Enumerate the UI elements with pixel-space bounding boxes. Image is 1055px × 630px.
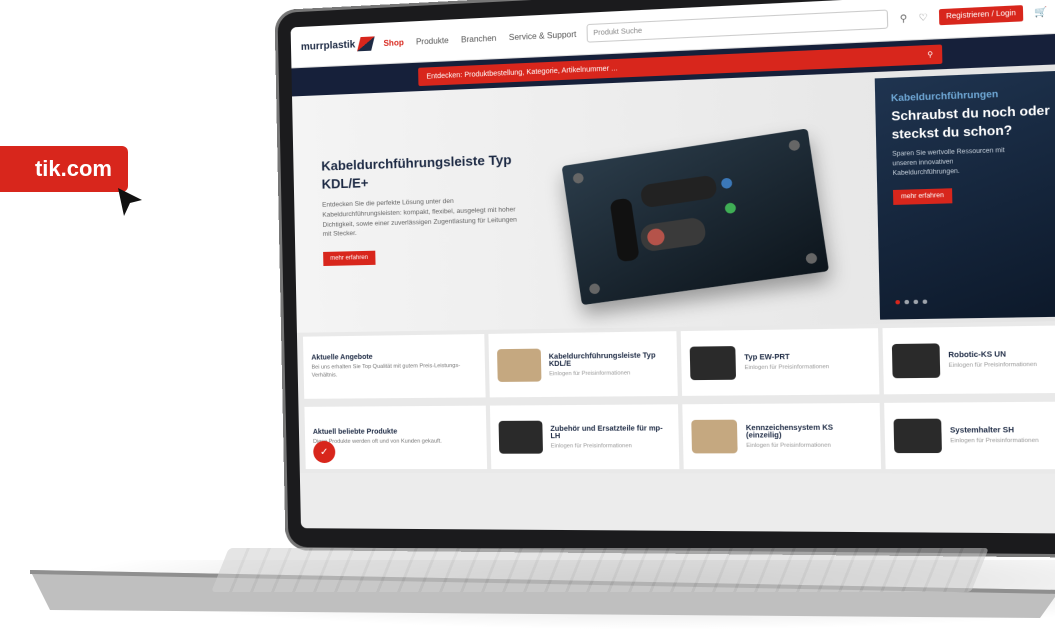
price-login-note: Einlogen für Preisinformationen [744,364,829,371]
product-tile[interactable]: Zubehör und Ersatzteile für mp-LH Einlog… [489,404,679,469]
laptop-lid: murrplastik Shop Produkte Branchen Servi… [274,0,1055,558]
product-tile[interactable]: Kabeldurchführungsleiste Typ KDL/E Einlo… [488,331,678,397]
price-login-note: Einlogen für Preisinformationen [949,362,1038,369]
product-thumbnail [498,421,542,454]
tile-description: Bei uns erhalten Sie Top Qualität mit gu… [312,363,477,380]
carousel-dot[interactable] [904,300,909,304]
cursor-icon [116,186,146,220]
nav-item-produkte[interactable]: Produkte [416,35,449,46]
hero: Kabeldurchführungsleiste Typ KDL/E+ Entd… [292,63,1055,333]
hero-text: Kabeldurchführungsleiste Typ KDL/E+ Entd… [321,150,527,266]
offers-intro-tile: Aktuelle Angebote Bei uns erhalten Sie T… [303,334,485,399]
teaser-more-button[interactable]: mehr erfahren [893,188,952,205]
offers-row: Aktuelle Angebote Bei uns erhalten Sie T… [297,321,1055,403]
tile-title: Kennzeichensystem KS (einzeilig) [746,424,871,439]
tile-body: Kabeldurchführungsleiste Typ KDL/E Einlo… [549,352,669,377]
nav-item-branchen[interactable]: Branchen [461,33,497,44]
cart-icon[interactable]: 🛒 [1034,6,1047,19]
product-tile[interactable]: Typ EW-PRT Einlogen für Preisinformation… [681,328,879,396]
product-thumbnail [497,349,541,382]
teaser-kicker: Kabeldurchführungen [891,86,1055,104]
product-thumbnail [691,420,737,454]
tile-body: Zubehör und Ersatzteile für mp-LH Einlog… [550,425,670,449]
carousel-dot[interactable] [914,300,919,304]
tile-title: Aktuelle Angebote [311,353,476,362]
hero-title: Kabeldurchführungsleiste Typ KDL/E+ [321,150,526,192]
laptop-screen: murrplastik Shop Produkte Branchen Servi… [291,0,1055,534]
product-tile[interactable]: Robotic-KS UN Einlogen für Preisinformat… [882,325,1055,394]
product-image [562,128,829,305]
login-button[interactable]: Registrieren / Login [939,5,1023,25]
tile-title: Systemhalter SH [950,427,1039,435]
search-icon: ⚲ [927,50,933,59]
logo[interactable]: murrplastik [301,36,374,54]
product-thumbnail [690,346,736,380]
logo-text: murrplastik [301,39,356,53]
carousel-dot[interactable] [923,300,928,304]
tile-title: Kabeldurchführungsleiste Typ KDL/E [549,352,669,368]
search-icon[interactable]: ⚲ [900,12,908,24]
tile-body: Kennzeichensystem KS (einzeilig) Einloge… [746,424,871,449]
tile-title: Robotic-KS UN [948,351,1037,360]
logo-mark-icon [358,36,376,51]
hero-description: Entdecken Sie die perfekte Lösung unter … [322,195,527,240]
product-thumbnail [891,343,939,378]
carousel-dot[interactable] [895,300,900,304]
url-badge: tik.com [0,146,128,192]
product-thumbnail [893,419,941,453]
shield-check-icon[interactable]: ✓ [313,441,335,463]
tile-body: Aktuelle Angebote Bei uns erhalten Sie T… [311,353,476,381]
nav-item-shop[interactable]: Shop [383,38,403,48]
teaser-description: Sparen Sie wertvolle Ressourcen mit unse… [892,146,1018,179]
price-login-note: Einlogen für Preisinformationen [746,442,871,449]
tile-body: Typ EW-PRT Einlogen für Preisinformation… [744,353,829,371]
heart-icon[interactable]: ♡ [918,11,927,23]
product-tile[interactable]: Kennzeichensystem KS (einzeilig) Einloge… [682,403,880,469]
product-tile[interactable]: Systemhalter SH Einlogen für Preisinform… [884,401,1055,469]
popular-row: Aktuell beliebte Produkte Diese Produkte… [298,397,1055,473]
teaser-card[interactable]: Kabeldurchführungen Schraubst du noch od… [875,70,1055,320]
url-badge-text: tik.com [35,156,112,182]
keyboard [211,548,989,592]
hero-more-button[interactable]: mehr erfahren [323,251,375,266]
price-login-note: Einlogen für Preisinformationen [549,369,669,376]
tile-body: Systemhalter SH Einlogen für Preisinform… [950,427,1039,445]
product-plate-graphic [562,128,829,305]
search-input[interactable]: Produkt Suche [587,9,889,42]
tile-body: Robotic-KS UN Einlogen für Preisinformat… [948,351,1037,369]
tile-title: Zubehör und Ersatzteile für mp-LH [550,425,670,440]
price-login-note: Einlogen für Preisinformationen [950,438,1039,445]
tile-title: Aktuell beliebte Produkte [313,428,442,436]
price-login-note: Einlogen für Preisinformationen [551,442,671,449]
main-nav: Shop Produkte Branchen Service & Support [383,29,576,47]
promo-text: Entdecken: Produktbestellung, Kategorie,… [426,65,617,80]
nav-item-service[interactable]: Service & Support [509,29,577,41]
tile-title: Typ EW-PRT [744,353,829,361]
teaser-title: Schraubst du noch oder steckst du schon? [891,101,1055,144]
carousel-dots [895,300,927,305]
